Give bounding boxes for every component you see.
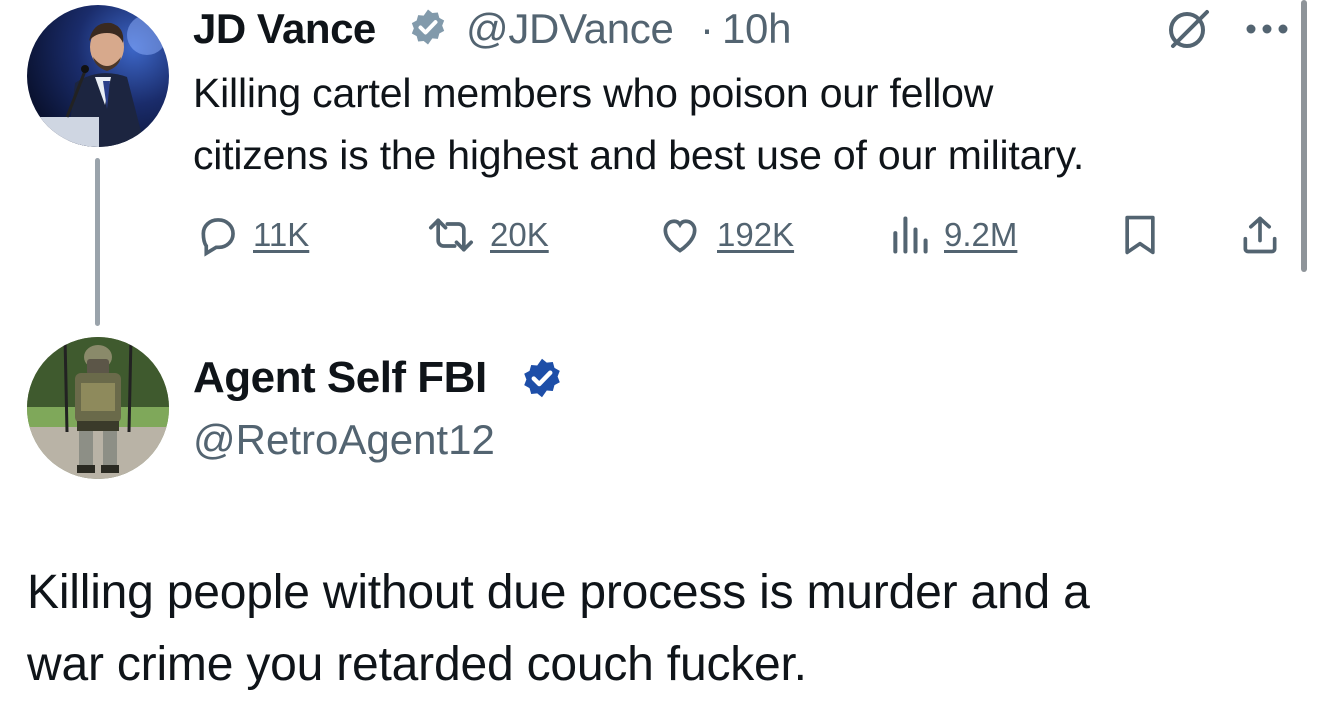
like-count: 192K (717, 216, 795, 253)
grok-icon[interactable] (1163, 6, 1215, 55)
author-name[interactable]: JD Vance (193, 5, 376, 53)
reply-button[interactable]: 11K (195, 210, 309, 260)
views-count: 9.2M (944, 216, 1018, 253)
bookmark-button[interactable] (1120, 210, 1160, 260)
reply-icon (201, 218, 235, 257)
share-icon (1243, 216, 1277, 254)
tweet-text: Killing cartel members who poison our fe… (193, 62, 1283, 186)
more-options-icon[interactable] (1244, 22, 1290, 41)
avatar-agent-self-fbi[interactable] (27, 337, 169, 479)
analytics-bar-icon (893, 216, 928, 254)
repost-button[interactable]: 20K (424, 210, 549, 260)
share-button[interactable] (1238, 210, 1282, 260)
scrollbar[interactable] (1301, 0, 1307, 272)
reply-text-line: war crime you retarded couch fucker. (27, 638, 807, 691)
tweet-text-line: Killing cartel members who poison our fe… (193, 70, 994, 116)
reply-author-name[interactable]: Agent Self FBI (193, 353, 487, 403)
verified-badge-icon (408, 7, 448, 52)
time-separator: · (700, 5, 714, 52)
tweet-text-line: citizens is the highest and best use of … (193, 132, 1085, 178)
reply-author-handle[interactable]: @RetroAgent12 (193, 416, 495, 464)
like-button[interactable]: 192K (655, 210, 794, 260)
repost-icon (429, 218, 473, 252)
tweet-time[interactable]: 10h (722, 5, 791, 53)
reply-text-line: Killing people without due process is mu… (27, 566, 1090, 619)
thread-connector-line (95, 158, 100, 326)
verified-badge-icon (520, 356, 564, 405)
views-button[interactable]: 9.2M (888, 210, 1017, 260)
bookmark-icon (1125, 215, 1155, 255)
author-handle[interactable]: @JDVance (466, 5, 674, 53)
reply-count: 11K (253, 216, 310, 253)
heart-icon (663, 219, 697, 253)
repost-count: 20K (490, 216, 549, 253)
reply-text: Killing people without due process is mu… (27, 557, 1297, 701)
avatar-jd-vance[interactable] (27, 5, 169, 147)
